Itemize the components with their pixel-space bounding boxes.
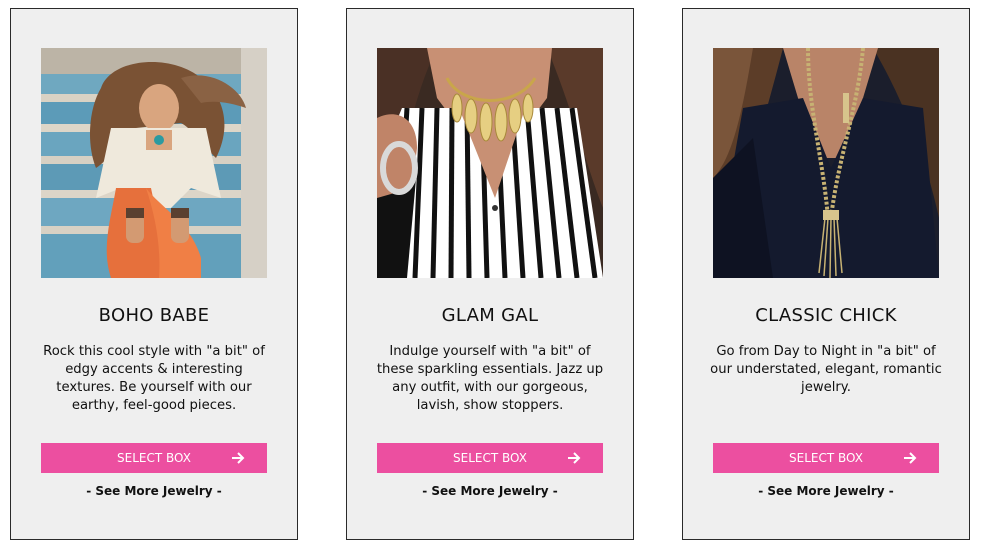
select-box-button-label: SELECT BOX	[117, 451, 191, 465]
card-title: CLASSIC CHICK	[755, 305, 897, 326]
card-title: GLAM GAL	[441, 305, 539, 326]
product-card-classic-chick: CLASSIC CHICK Go from Day to Night in "a…	[682, 8, 970, 540]
see-more-jewelry-link[interactable]: - See More Jewelry -	[11, 484, 297, 498]
card-description: Rock this cool style with "a bit" of edg…	[43, 344, 265, 413]
arrow-right-icon	[568, 452, 581, 464]
arrow-right-icon	[904, 452, 917, 464]
select-box-button[interactable]: SELECT BOX	[41, 443, 267, 473]
card-title: BOHO BABE	[98, 305, 210, 326]
product-card-boho-babe: BOHO BABE Rock this cool style with "a b…	[10, 8, 298, 540]
see-more-jewelry-link[interactable]: - See More Jewelry -	[347, 484, 633, 498]
arrow-right-icon	[232, 452, 245, 464]
card-description: Indulge yourself with "a bit" of these s…	[376, 344, 604, 413]
classic-chick-photo[interactable]	[713, 48, 939, 278]
select-box-button[interactable]: SELECT BOX	[377, 443, 603, 473]
select-box-button-label: SELECT BOX	[453, 451, 527, 465]
see-more-jewelry-link[interactable]: - See More Jewelry -	[683, 484, 969, 498]
select-box-button[interactable]: SELECT BOX	[713, 443, 939, 473]
boho-babe-photo[interactable]	[41, 48, 267, 278]
glam-gal-photo[interactable]	[377, 48, 603, 278]
select-box-button-label: SELECT BOX	[789, 451, 863, 465]
product-card-glam-gal: GLAM GAL Indulge yourself with "a bit" o…	[346, 8, 634, 540]
card-description: Go from Day to Night in "a bit" of our u…	[710, 344, 942, 395]
